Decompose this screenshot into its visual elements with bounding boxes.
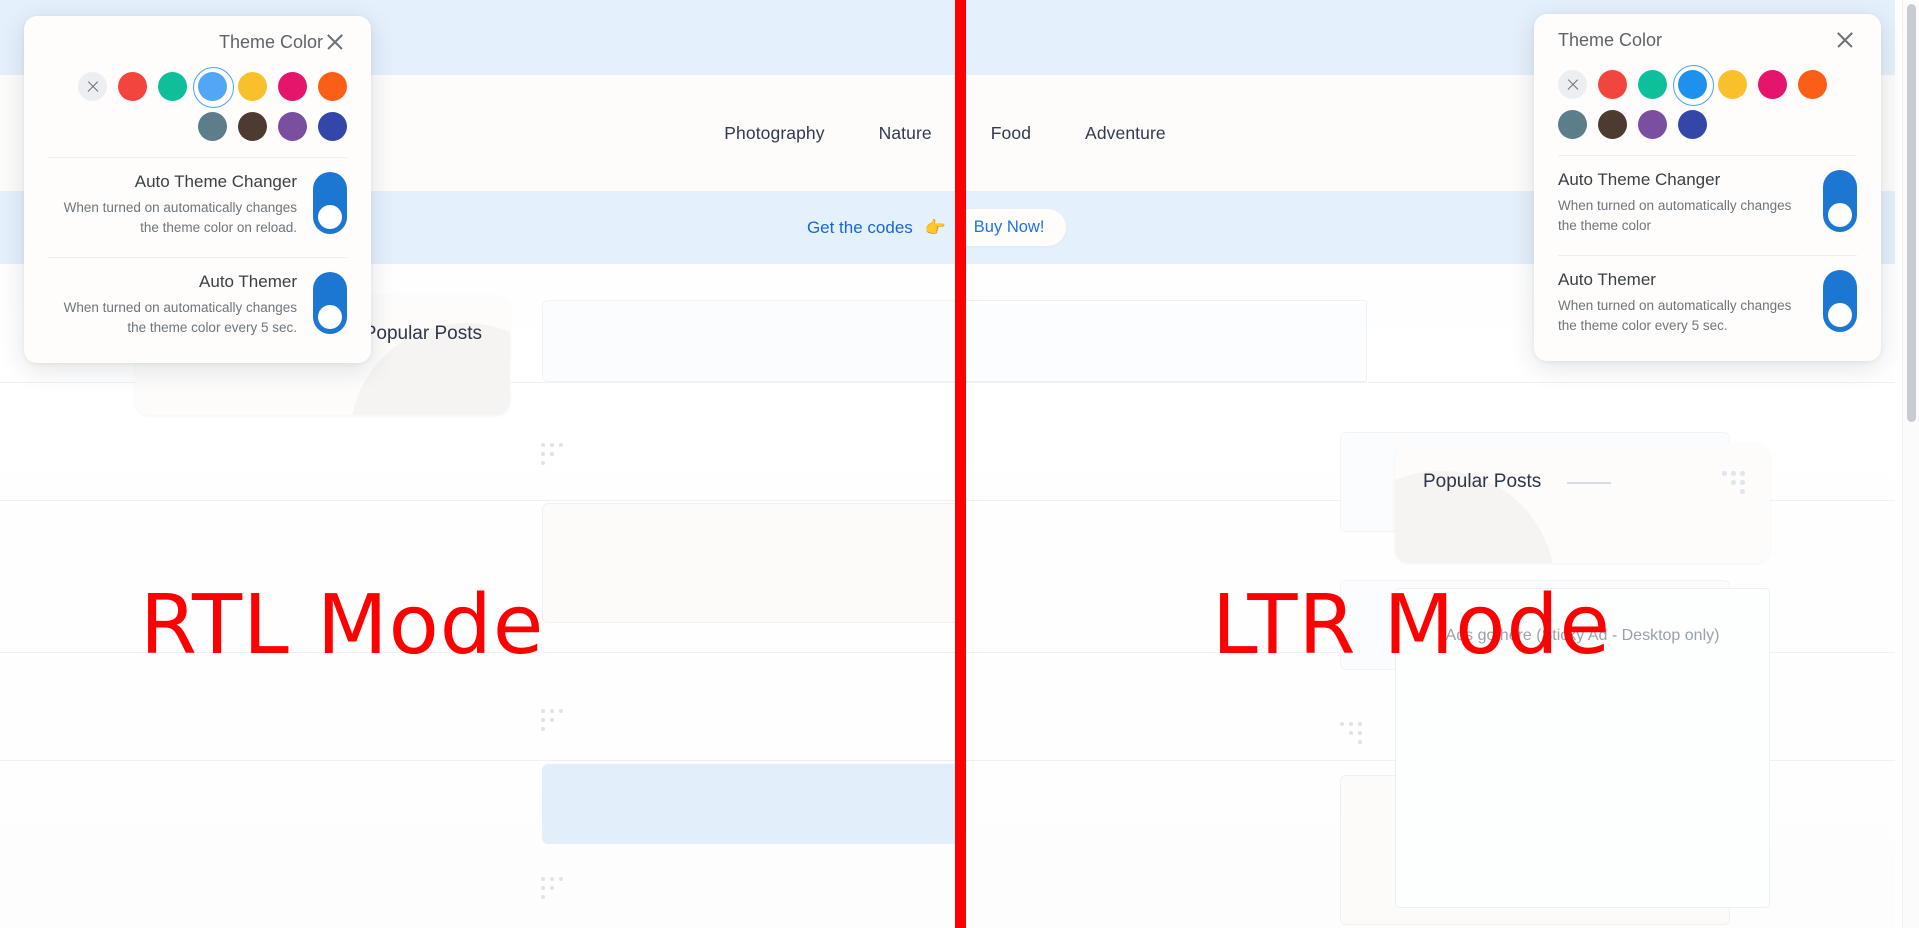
skeleton-card-rtl-2 xyxy=(542,764,960,844)
hr-rtl-4 xyxy=(0,760,960,761)
color-swatch-orange[interactable] xyxy=(1798,70,1827,99)
mode-divider-line xyxy=(955,0,966,928)
toggle-knob xyxy=(1828,203,1852,227)
auto-theme-changer-title-ltr: Auto Theme Changer xyxy=(1558,170,1721,189)
color-swatch-yellow[interactable] xyxy=(1718,70,1747,99)
auto-theme-changer-row-rtl: Auto Theme Changer When turned on automa… xyxy=(24,158,371,251)
popular-posts-widget-ltr: Popular Posts xyxy=(1395,443,1770,563)
auto-theme-changer-text-ltr: Auto Theme Changer When turned on automa… xyxy=(1558,170,1807,235)
no-color-icon xyxy=(86,80,100,94)
color-swatch-brown[interactable] xyxy=(238,112,267,141)
color-swatch-purple[interactable] xyxy=(278,112,307,141)
theme-panel-header-rtl: Theme Color xyxy=(24,16,371,68)
color-swatch-purple[interactable] xyxy=(1638,110,1667,139)
auto-themer-desc-rtl: When turned on automatically changes .th… xyxy=(63,300,297,335)
nav-item-nature[interactable]: Nature xyxy=(879,123,932,144)
color-swatch-red[interactable] xyxy=(118,72,147,101)
get-the-codes-text[interactable]: Get the codes xyxy=(807,218,913,238)
color-swatch-blue[interactable] xyxy=(1673,65,1714,106)
color-swatch-yellow[interactable] xyxy=(238,72,267,101)
hr-ltr-1 xyxy=(960,382,1895,383)
color-swatch-red[interactable] xyxy=(1598,70,1627,99)
close-icon[interactable] xyxy=(323,30,347,54)
color-swatch-none[interactable] xyxy=(78,72,107,101)
theme-panel-title-rtl: Theme Color xyxy=(218,31,323,52)
ltr-mode-label: LTR Mode xyxy=(1212,578,1611,673)
color-swatch-indigo[interactable] xyxy=(1678,110,1707,139)
color-swatch-none[interactable] xyxy=(1558,70,1587,99)
auto-theme-changer-text-rtl: Auto Theme Changer When turned on automa… xyxy=(48,172,297,237)
color-swatch-slate[interactable] xyxy=(1558,110,1587,139)
auto-theme-changer-title-rtl: Auto Theme Changer xyxy=(134,172,297,191)
dots-grid-icon-rtl-2 xyxy=(541,709,567,735)
page-scrollbar[interactable] xyxy=(1902,0,1919,928)
toggle-knob xyxy=(1828,303,1852,328)
rtl-mode-label: RTL Mode xyxy=(140,578,545,673)
skeleton-card-rtl-1 xyxy=(542,503,960,623)
auto-theme-changer-toggle-ltr[interactable] xyxy=(1823,170,1857,232)
auto-themer-row-ltr: Auto Themer When turned on automatically… xyxy=(1534,256,1881,349)
color-swatch-slate[interactable] xyxy=(198,112,227,141)
auto-themer-toggle-rtl[interactable] xyxy=(313,272,347,335)
title-dash-ltr xyxy=(1567,482,1611,484)
auto-theme-changer-toggle-rtl[interactable] xyxy=(313,172,347,234)
toggle-knob xyxy=(318,305,342,330)
popular-posts-title-rtl: Popular Posts xyxy=(363,323,482,344)
dots-grid-icon-rtl-1 xyxy=(541,443,567,469)
auto-theme-changer-row-ltr: Auto Theme Changer When turned on automa… xyxy=(1534,156,1881,249)
buy-now-button[interactable]: Buy Now! xyxy=(960,209,1067,246)
color-swatch-indigo[interactable] xyxy=(318,112,347,141)
color-swatch-pink[interactable] xyxy=(1758,70,1787,99)
dots-grid-icon-ltr-1 xyxy=(1340,722,1366,748)
color-swatch-pink[interactable] xyxy=(278,72,307,101)
color-swatch-teal[interactable] xyxy=(158,72,187,101)
under-header-ad-box: e (Under Header Ad) xyxy=(960,300,1367,382)
popular-posts-title-ltr: Popular Posts xyxy=(1423,471,1542,492)
color-swatch-orange[interactable] xyxy=(318,72,347,101)
close-icon[interactable] xyxy=(1833,28,1857,52)
auto-themer-toggle-ltr[interactable] xyxy=(1823,270,1857,333)
color-swatch-teal[interactable] xyxy=(1638,70,1667,99)
auto-themer-title-rtl: Auto Themer xyxy=(199,272,297,292)
auto-themer-text-ltr: Auto Themer When turned on automatically… xyxy=(1558,270,1807,335)
hr-rtl-2 xyxy=(0,500,960,501)
nav-item-food[interactable]: Food xyxy=(991,123,1031,144)
nav-item-adventure[interactable]: Adventure xyxy=(1085,123,1166,144)
color-swatch-brown[interactable] xyxy=(1598,110,1627,139)
theme-panel-header-ltr: Theme Color xyxy=(1534,14,1881,66)
auto-theme-changer-desc-rtl: When turned on automatically changes .th… xyxy=(63,200,297,235)
scrollbar-thumb[interactable] xyxy=(1907,4,1916,422)
color-swatch-blue[interactable] xyxy=(193,67,234,108)
skeleton-under-ad-rtl xyxy=(542,300,960,382)
pointing-hand-icon: 👉 xyxy=(924,217,946,237)
auto-themer-desc-ltr: When turned on automatically changes the… xyxy=(1558,298,1792,333)
auto-themer-title-ltr: Auto Themer xyxy=(1558,270,1656,290)
color-swatch-grid-ltr[interactable] xyxy=(1534,65,1881,149)
auto-theme-changer-desc-ltr: When turned on automatically changes the… xyxy=(1558,198,1792,233)
color-swatch-grid-rtl[interactable] xyxy=(24,67,371,151)
theme-color-panel-ltr[interactable]: Theme Color Auto Theme Changer When turn… xyxy=(1534,14,1881,362)
toggle-knob xyxy=(318,205,342,229)
theme-color-panel-rtl[interactable]: Theme Color Auto Theme Changer When turn… xyxy=(24,16,371,364)
nav-item-photography[interactable]: Photography xyxy=(724,123,824,144)
no-color-icon xyxy=(1566,78,1580,92)
screenshot-root: Adventure Food Nature Photography Click … xyxy=(0,0,1919,928)
auto-themer-row-rtl: Auto Themer When turned on automatically… xyxy=(24,258,371,351)
dots-grid-icon-widget-ltr xyxy=(1722,471,1748,497)
dots-grid-icon-rtl-3 xyxy=(541,877,567,903)
theme-panel-title-ltr: Theme Color xyxy=(1558,29,1663,50)
auto-themer-text-rtl: Auto Themer When turned on automatically… xyxy=(48,272,297,337)
